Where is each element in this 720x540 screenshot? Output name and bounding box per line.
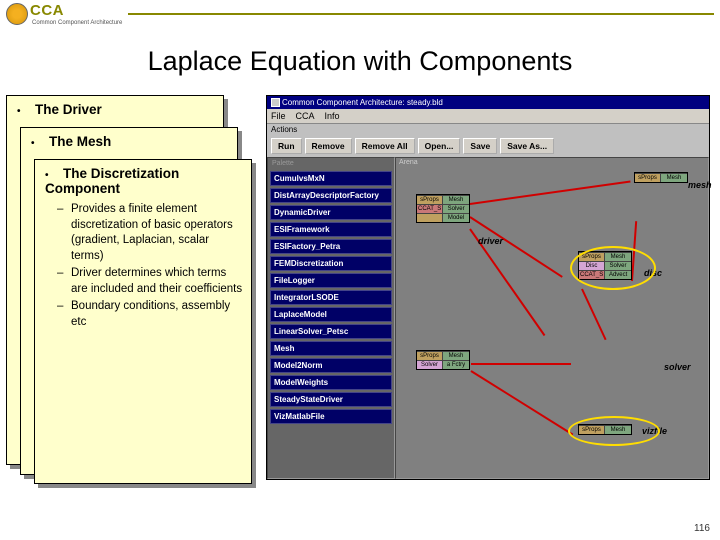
logo-subtitle: Common Component Architecture: [32, 20, 122, 26]
port-label: Mesh: [443, 196, 469, 204]
actions-label: Actions: [267, 124, 709, 135]
palette-item[interactable]: Model2Norm: [270, 358, 392, 373]
palette-item[interactable]: ModelWeights: [270, 375, 392, 390]
component-disc[interactable]: sPropsMesh DiscSolver CCAT_SAdvect: [578, 251, 632, 280]
menu-cca[interactable]: CCA: [296, 111, 315, 121]
port-label: [417, 214, 443, 222]
palette-item[interactable]: SteadyStateDriver: [270, 392, 392, 407]
palette-item[interactable]: DynamicDriver: [270, 205, 392, 220]
card-discretization: •The Discretization Component Provides a…: [34, 159, 252, 484]
connection-line: [471, 363, 571, 365]
port-label: sProps: [579, 426, 605, 434]
connection-line: [581, 289, 606, 341]
remove-button[interactable]: Remove: [305, 138, 352, 154]
card-driver-label: The Driver: [35, 102, 102, 117]
palette-item[interactable]: FileLogger: [270, 273, 392, 288]
card-disc-label: The Discretization Component: [45, 166, 179, 196]
header: CCA Common Component Architecture: [0, 0, 720, 28]
palette-item[interactable]: FEMDiscretization: [270, 256, 392, 271]
page-number: 116: [694, 523, 710, 534]
component-label-driver: driver: [478, 236, 503, 246]
open-button[interactable]: Open...: [418, 138, 461, 154]
port-label: Advect: [605, 271, 631, 279]
card-disc-item: Provides a finite element discretization…: [71, 202, 243, 264]
header-rule: [128, 13, 714, 15]
component-solver[interactable]: sPropsMesh Solvera Fctry: [416, 350, 470, 370]
component-vizfile[interactable]: sPropsMesh: [578, 424, 632, 435]
palette-panel: Palette CumulvsMxN DistArrayDescriptorFa…: [267, 157, 395, 479]
card-disc-item: Driver determines which terms are includ…: [71, 266, 243, 297]
component-label-disc: disc: [644, 268, 662, 278]
component-label-mesh: mesh: [688, 180, 712, 190]
port-label: sProps: [635, 174, 661, 182]
workspace: Palette CumulvsMxN DistArrayDescriptorFa…: [267, 157, 709, 479]
card-mesh-title: •The Mesh: [21, 128, 237, 151]
palette-item[interactable]: VizMatlabFile: [270, 409, 392, 424]
card-disc-item: Boundary conditions, assembly etc: [71, 299, 243, 330]
palette-label: Palette: [270, 160, 392, 169]
card-stack: •The Driver •The Mesh •The Discretizatio…: [6, 95, 256, 490]
palette-item[interactable]: CumulvsMxN: [270, 171, 392, 186]
window-titlebar: Common Component Architecture: steady.bl…: [267, 96, 709, 109]
menu-file[interactable]: File: [271, 111, 286, 121]
arena-panel[interactable]: Arena sPropsMesh mesh sPropsMesh CCAT_SS…: [395, 157, 709, 479]
port-label: CCAT_S: [417, 205, 443, 213]
connection-line: [470, 180, 631, 205]
palette-item[interactable]: LinearSolver_Petsc: [270, 324, 392, 339]
port-label: sProps: [417, 352, 443, 360]
port-label: Solver: [443, 205, 469, 213]
palette-item[interactable]: LaplaceModel: [270, 307, 392, 322]
palette-item[interactable]: IntegratorLSODE: [270, 290, 392, 305]
remove-all-button[interactable]: Remove All: [355, 138, 415, 154]
port-label: CCAT_S: [579, 271, 605, 279]
slide-title: Laplace Equation with Components: [40, 46, 680, 77]
window-title: Common Component Architecture: steady.bl…: [282, 98, 443, 107]
card-disc-body: Provides a finite element discretization…: [35, 198, 251, 338]
toolbar: Run Remove Remove All Open... Save Save …: [267, 135, 709, 157]
palette-item[interactable]: Mesh: [270, 341, 392, 356]
palette-item[interactable]: ESIFramework: [270, 222, 392, 237]
card-mesh-label: The Mesh: [49, 134, 111, 149]
cca-logo-icon: [6, 3, 28, 25]
port-label: Solver: [417, 361, 443, 369]
port-label: Mesh: [605, 426, 631, 434]
palette-item[interactable]: ESIFactory_Petra: [270, 239, 392, 254]
port-label: Mesh: [605, 253, 631, 261]
port-label: a Fctry: [443, 361, 469, 369]
port-label: Solver: [605, 262, 631, 270]
menu-info[interactable]: Info: [325, 111, 340, 121]
logo-text: CCA: [30, 2, 122, 19]
body: •The Driver •The Mesh •The Discretizatio…: [0, 95, 720, 490]
arena-label: Arena: [396, 158, 708, 167]
component-driver[interactable]: sPropsMesh CCAT_SSolver Model: [416, 194, 470, 223]
run-button[interactable]: Run: [271, 138, 302, 154]
port-label: sProps: [417, 196, 443, 204]
port-label: Mesh: [443, 352, 469, 360]
port-label: Mesh: [661, 174, 687, 182]
component-label-solver: solver: [664, 362, 691, 372]
connection-line: [470, 370, 573, 435]
cca-builder-window: Common Component Architecture: steady.bl…: [266, 95, 710, 480]
logo: CCA Common Component Architecture: [6, 2, 122, 26]
component-label-vizfile: vizfile: [642, 426, 667, 436]
save-button[interactable]: Save: [463, 138, 497, 154]
port-label: sProps: [579, 253, 605, 261]
component-mesh[interactable]: sPropsMesh: [634, 172, 688, 183]
palette-item[interactable]: DistArrayDescriptorFactory: [270, 188, 392, 203]
port-label: Disc: [579, 262, 605, 270]
menubar: File CCA Info: [267, 109, 709, 124]
card-disc-title: •The Discretization Component: [35, 160, 251, 198]
card-driver-title: •The Driver: [7, 96, 223, 119]
save-as-button[interactable]: Save As...: [500, 138, 554, 154]
window-control-icon[interactable]: [271, 98, 280, 107]
port-label: Model: [443, 214, 469, 222]
